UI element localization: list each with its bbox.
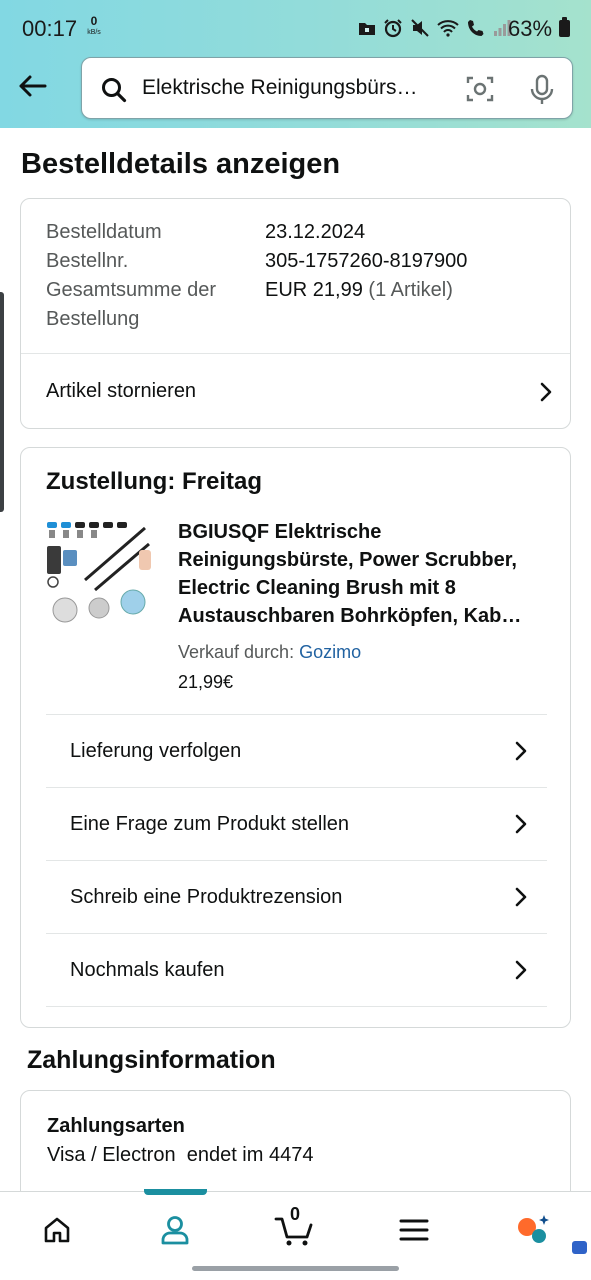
back-button[interactable] (14, 68, 50, 104)
cancel-items-link[interactable]: Artikel stornieren (46, 354, 554, 429)
buy-again-link[interactable]: Nochmals kaufen (46, 934, 547, 1006)
battery-icon (559, 17, 570, 37)
wifi-icon (437, 20, 459, 37)
status-time: 00:17 (22, 16, 78, 41)
chevron-right-icon (515, 960, 527, 980)
divider (46, 1006, 547, 1007)
ask-question-link[interactable]: Eine Frage zum Produkt stellen (46, 788, 547, 860)
wifi-call-icon (468, 20, 484, 36)
microphone-icon[interactable] (529, 74, 555, 106)
nav-rufus-assistant[interactable] (510, 1208, 554, 1252)
order-labels: Bestelldatum Bestellnr. Gesamtsumme der … (46, 218, 246, 334)
nav-cart[interactable]: 0 (272, 1204, 316, 1252)
back-arrow-icon (19, 75, 47, 97)
folder-icon (359, 23, 375, 35)
mute-icon (411, 19, 429, 37)
write-review-link[interactable]: Schreib eine Produktrezension (46, 861, 547, 933)
cancel-items-label: Artikel stornieren (46, 380, 197, 402)
network-speed-value: 0 (90, 14, 98, 28)
search-icon (102, 78, 127, 103)
shipment-card: Zustellung: Freitag BGIUSQF Elektrische … (20, 447, 571, 1028)
nav-home[interactable] (35, 1208, 79, 1252)
seller-label: Verkauf durch: (178, 642, 295, 662)
order-values: 23.12.2024 305-1757260-8197900 EUR 21,99… (265, 218, 467, 305)
payment-methods-heading: Zahlungsarten (47, 1115, 185, 1137)
order-total-amount: EUR 21,99 (265, 279, 363, 301)
rufus-assistant-icon (518, 1215, 549, 1243)
chevron-right-icon (515, 814, 527, 834)
app-header: 00:17 0 kB/s 63% Elektrische Reinigungsb… (0, 0, 591, 128)
home-icon (44, 1217, 70, 1243)
chevron-right-icon (515, 741, 527, 761)
ask-question-label: Eine Frage zum Produkt stellen (70, 812, 350, 835)
network-speed: 0 kB/s (84, 14, 104, 38)
status-bar: 00:17 0 kB/s 63% (0, 0, 591, 56)
order-total-value: EUR 21,99 (1 Artikel) (265, 276, 467, 305)
page-title: Bestelldetails anzeigen (21, 148, 341, 180)
buy-again-label: Nochmals kaufen (70, 958, 225, 981)
camera-search-icon[interactable] (465, 74, 495, 104)
nav-account[interactable] (153, 1208, 197, 1252)
order-date-label: Bestelldatum (46, 221, 162, 243)
seller-info: Verkauf durch: Gozimo (178, 642, 361, 663)
floating-badge-icon (572, 1241, 587, 1254)
order-date-value: 23.12.2024 (265, 221, 366, 243)
seller-link[interactable]: Gozimo (299, 642, 361, 662)
search-input[interactable]: Elektrische Reinigungsbürs… (142, 76, 452, 100)
account-icon (161, 1216, 189, 1245)
chevron-right-icon (540, 382, 552, 401)
write-review-label: Schreib eine Produktrezension (70, 885, 343, 908)
alarm-icon (384, 19, 402, 38)
track-package-link[interactable]: Lieferung verfolgen (46, 715, 547, 787)
status-icons (358, 18, 511, 38)
order-number-label: Bestellnr. (46, 250, 129, 272)
product-title[interactable]: BGIUSQF Elektrische Reinigungsbürste, Po… (178, 518, 558, 630)
active-tab-indicator (144, 1189, 207, 1195)
track-package-label: Lieferung verfolgen (70, 739, 242, 762)
edge-handle (0, 292, 4, 512)
home-indicator[interactable] (192, 1266, 399, 1271)
payment-section-title: Zahlungsinformation (27, 1046, 276, 1074)
battery-percent: 63% (508, 16, 553, 41)
search-bar[interactable]: Elektrische Reinigungsbürs… (81, 57, 573, 119)
product-price: 21,99€ (178, 672, 234, 692)
order-number-value: 305-1757260-8197900 (265, 250, 468, 272)
hamburger-menu-icon (399, 1219, 429, 1241)
payment-method-value: Visa / Electron endet im 4474 (47, 1144, 314, 1166)
chevron-right-icon (515, 887, 527, 907)
network-speed-unit: kB/s (87, 29, 101, 36)
delivery-heading: Zustellung: Freitag (46, 468, 262, 495)
order-item-count: (1 Artikel) (368, 279, 453, 301)
nav-menu[interactable] (392, 1208, 436, 1252)
cart-count: 0 (289, 1204, 300, 1224)
product-image[interactable] (45, 520, 153, 628)
order-total-label: Gesamtsumme der Bestellung (46, 279, 217, 330)
order-summary-card: Bestelldatum Bestellnr. Gesamtsumme der … (20, 198, 571, 429)
